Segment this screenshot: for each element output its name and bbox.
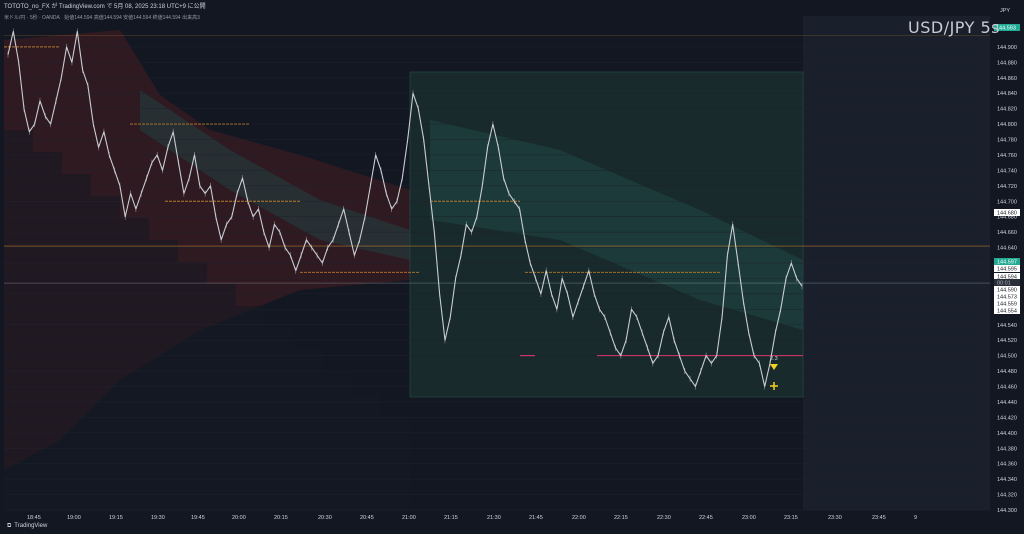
shade-step: [323, 372, 352, 510]
x-tick-label: 22:30: [657, 515, 671, 521]
y-tick-label: 144.300: [997, 508, 1017, 514]
y-tick-label: 144.420: [997, 415, 1017, 421]
y-tick-label: 144.340: [997, 477, 1017, 483]
y-tick-label: 144.640: [997, 246, 1017, 252]
y-tick-label: 144.840: [997, 91, 1017, 97]
price-tag: 144.559: [997, 302, 1017, 308]
x-tick-label: 23:30: [828, 515, 842, 521]
x-tick-label: 18:45: [27, 515, 41, 521]
x-tick-label: 20:00: [232, 515, 246, 521]
x-tick-label: 21:45: [529, 515, 543, 521]
symbol-info: 米ドル/円 · 5秒 · OANDA 始値144.594 高値144.594 安…: [4, 14, 203, 21]
shade-step: [62, 174, 91, 510]
shade-step: [178, 262, 207, 510]
shade-step: [120, 218, 149, 510]
x-tick-label: 22:00: [572, 515, 586, 521]
y-tick-label: 144.900: [997, 45, 1017, 51]
symbol-watermark: USD/JPY 5s: [908, 18, 1000, 37]
shade-step: [265, 328, 294, 510]
shade-step: [33, 152, 62, 510]
shade-step: [352, 394, 381, 510]
y-tick-label: 144.540: [997, 323, 1017, 329]
x-tick-label: 19:15: [109, 515, 123, 521]
price-tag: 144.573: [997, 295, 1017, 301]
x-tick-label: 22:15: [614, 515, 628, 521]
x-tick-label: 23:00: [742, 515, 756, 521]
y-tick-label: 144.360: [997, 462, 1017, 468]
x-tick-label: 20:45: [360, 515, 374, 521]
y-tick-label: 144.520: [997, 338, 1017, 344]
y-tick-label: 144.400: [997, 431, 1017, 437]
price-tag: 00:01: [997, 281, 1011, 287]
x-tick-label: 19:45: [191, 515, 205, 521]
ohlc-values: 始値144.594 高値144.594 安値144.594 終値144.594 …: [64, 15, 200, 21]
price-tag: 144.554: [997, 309, 1017, 315]
shade-step: [236, 306, 265, 510]
signal-label: 2.3: [770, 356, 778, 362]
x-tick-label: 22:45: [699, 515, 713, 521]
y-tick-label: 144.460: [997, 385, 1017, 391]
x-tick-label: 20:15: [274, 515, 288, 521]
shade-step: [149, 240, 178, 510]
y-tick-label: 144.660: [997, 230, 1017, 236]
publish-header: TOTOTO_no_FX が TradingView.com で 5月 08, …: [4, 4, 206, 10]
y-tick-label: 144.860: [997, 76, 1017, 82]
x-tick-label: 19:00: [67, 515, 81, 521]
x-tick-label: 21:15: [444, 515, 458, 521]
x-tick-label: 21:00: [402, 515, 416, 521]
x-tick-label: 19:30: [151, 515, 165, 521]
x-tick-label: 21:30: [487, 515, 501, 521]
y-tick-label: 144.700: [997, 199, 1017, 205]
y-tick-label: 144.440: [997, 400, 1017, 406]
tradingview-brand: TradingView: [14, 523, 48, 529]
y-tick-label: 144.820: [997, 107, 1017, 113]
axis-unit-label: JPY: [1000, 8, 1010, 14]
price-tag: 144.590: [997, 288, 1017, 294]
y-tick-label: 144.880: [997, 60, 1017, 66]
x-tick-label: 20:30: [318, 515, 332, 521]
y-tick-label: 144.720: [997, 184, 1017, 190]
shade-step: [4, 130, 33, 510]
price-tag: 144.680: [997, 211, 1017, 217]
y-tick-label: 144.320: [997, 493, 1017, 499]
x-tick-label: 9: [914, 515, 917, 521]
shade-step: [294, 350, 323, 510]
y-tick-label: 144.780: [997, 138, 1017, 144]
shade-step: [91, 196, 120, 510]
y-tick-label: 144.380: [997, 446, 1017, 452]
y-tick-label: 144.480: [997, 369, 1017, 375]
symbol-label[interactable]: 米ドル/円 · 5秒 · OANDA: [4, 15, 60, 21]
tradingview-footer[interactable]: ⧉ TradingView: [4, 523, 47, 530]
price-tag: 144.595: [997, 267, 1017, 273]
shade-step: [207, 284, 236, 510]
x-tick-label: 23:15: [784, 515, 798, 521]
price-tag: 144.597: [997, 260, 1017, 266]
x-tick-label: 23:45: [872, 515, 886, 521]
y-tick-label: 144.500: [997, 354, 1017, 360]
tradingview-logo-icon: ⧉: [7, 523, 12, 529]
price-chart[interactable]: 144.900 144.880 144.860 144.840 144.820 144.8…: [0, 0, 1024, 534]
y-tick-label: 144.800: [997, 122, 1017, 128]
y-tick-label: 144.740: [997, 168, 1017, 174]
shade-step: [381, 416, 410, 510]
y-tick-label: 144.760: [997, 153, 1017, 159]
